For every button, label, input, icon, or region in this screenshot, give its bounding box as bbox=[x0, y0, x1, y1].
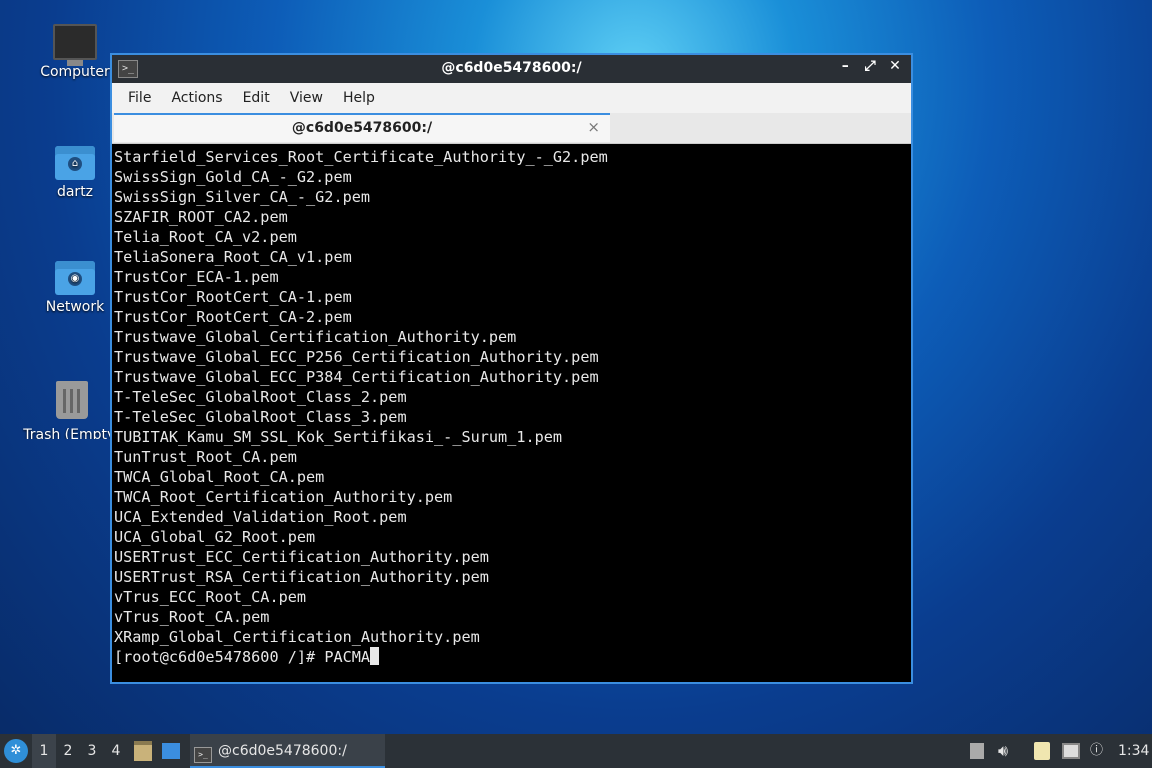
desktop-icon-computer[interactable]: Computer bbox=[30, 24, 120, 80]
file-manager-icon[interactable] bbox=[134, 734, 152, 768]
terminal-line: SwissSign_Gold_CA_-_G2.pem bbox=[114, 168, 352, 186]
terminal-line: UCA_Extended_Validation_Root.pem bbox=[114, 508, 407, 526]
terminal-window[interactable]: >_ @c6d0e5478600:/ – ⤢ ✕ File Actions Ed… bbox=[110, 53, 913, 684]
terminal-task-icon: >_ bbox=[194, 747, 212, 763]
menu-help[interactable]: Help bbox=[333, 90, 385, 106]
menu-actions[interactable]: Actions bbox=[161, 90, 232, 106]
terminal-line: USERTrust_ECC_Certification_Authority.pe… bbox=[114, 548, 489, 566]
tab-close-icon[interactable]: × bbox=[587, 118, 600, 136]
clipboard-icon[interactable] bbox=[1034, 734, 1050, 768]
window-titlebar[interactable]: >_ @c6d0e5478600:/ – ⤢ ✕ bbox=[112, 55, 911, 83]
taskbar-task-terminal[interactable]: >_ @c6d0e5478600:/ bbox=[190, 734, 385, 768]
terminal-line: TunTrust_Root_CA.pem bbox=[114, 448, 297, 466]
network-folder-icon: ◉ bbox=[30, 261, 120, 295]
workspace-1[interactable]: 1 bbox=[32, 734, 56, 768]
menubar: File Actions Edit View Help bbox=[112, 83, 911, 113]
maximize-button[interactable]: ⤢ bbox=[860, 58, 880, 74]
tab-label: @c6d0e5478600:/ bbox=[291, 120, 433, 136]
terminal-line: XRamp_Global_Certification_Authority.pem bbox=[114, 628, 480, 646]
workspace-4[interactable]: 4 bbox=[104, 734, 128, 768]
window-title: @c6d0e5478600:/ bbox=[441, 60, 582, 76]
terminal-line: USERTrust_RSA_Certification_Authority.pe… bbox=[114, 568, 489, 586]
notification-icon[interactable]: ⓘ bbox=[1090, 734, 1103, 768]
menu-view[interactable]: View bbox=[280, 90, 333, 106]
desktop-icon-network[interactable]: ◉ Network bbox=[30, 261, 120, 315]
terminal-line: Trustwave_Global_ECC_P384_Certification_… bbox=[114, 368, 599, 386]
start-menu-icon[interactable]: ✲ bbox=[4, 739, 28, 763]
clock[interactable]: 1:34 bbox=[1118, 734, 1149, 768]
workspace-2[interactable]: 2 bbox=[56, 734, 80, 768]
trash-icon bbox=[22, 381, 122, 419]
close-button[interactable]: ✕ bbox=[885, 58, 905, 74]
terminal-line: Trustwave_Global_Certification_Authority… bbox=[114, 328, 517, 346]
desktop-icon-home[interactable]: ⌂ dartz bbox=[30, 146, 120, 200]
task-label: @c6d0e5478600:/ bbox=[218, 743, 347, 759]
workspace-3[interactable]: 3 bbox=[80, 734, 104, 768]
show-desktop-icon[interactable] bbox=[162, 734, 180, 768]
terminal-prompt-line[interactable]: [root@c6d0e5478600 /]# PACMA bbox=[114, 647, 911, 667]
terminal-line: TeliaSonera_Root_CA_v1.pem bbox=[114, 248, 352, 266]
terminal-line: T-TeleSec_GlobalRoot_Class_2.pem bbox=[114, 388, 407, 406]
keyboard-icon[interactable] bbox=[970, 734, 984, 768]
tab-terminal[interactable]: @c6d0e5478600:/ × bbox=[114, 113, 610, 142]
terminal-line: vTrus_ECC_Root_CA.pem bbox=[114, 588, 307, 606]
shell-prompt: [root@c6d0e5478600 /]# bbox=[114, 648, 325, 666]
terminal-line: Trustwave_Global_ECC_P256_Certification_… bbox=[114, 348, 599, 366]
terminal-line: TrustCor_ECA-1.pem bbox=[114, 268, 279, 286]
terminal-line: Telia_Root_CA_v2.pem bbox=[114, 228, 297, 246]
terminal-line: TUBITAK_Kamu_SM_SSL_Kok_Sertifikasi_-_Su… bbox=[114, 428, 563, 446]
network-status-icon[interactable] bbox=[1062, 734, 1080, 768]
terminal-line: UCA_Global_G2_Root.pem bbox=[114, 528, 316, 546]
home-folder-icon: ⌂ bbox=[30, 146, 120, 180]
desktop-icon-label: Computer bbox=[40, 64, 110, 80]
terminal-line: TWCA_Root_Certification_Authority.pem bbox=[114, 488, 453, 506]
text-cursor bbox=[370, 647, 380, 665]
terminal-line: TrustCor_RootCert_CA-2.pem bbox=[114, 308, 352, 326]
terminal-line: TrustCor_RootCert_CA-1.pem bbox=[114, 288, 352, 306]
terminal-output[interactable]: Starfield_Services_Root_Certificate_Auth… bbox=[114, 147, 911, 682]
minimize-button[interactable]: – bbox=[835, 58, 855, 74]
desktop-icon-label: Network bbox=[45, 299, 105, 315]
terminal-line: T-TeleSec_GlobalRoot_Class_3.pem bbox=[114, 408, 407, 426]
terminal-line: Starfield_Services_Root_Certificate_Auth… bbox=[114, 148, 608, 166]
desktop-icon-label: dartz bbox=[56, 184, 94, 200]
terminal-line: vTrus_Root_CA.pem bbox=[114, 608, 270, 626]
command-input[interactable]: PACMA bbox=[324, 648, 370, 666]
tab-bar: @c6d0e5478600:/ × bbox=[112, 113, 911, 144]
desktop-icon-trash[interactable]: Trash (Empty) bbox=[22, 381, 122, 439]
taskbar: ✲ 1 2 3 4 >_ @c6d0e5478600:/ 🔊︎ ⓘ 1:34 bbox=[0, 734, 1152, 768]
volume-icon[interactable]: 🔊︎ bbox=[998, 734, 1008, 768]
terminal-line: SZAFIR_ROOT_CA2.pem bbox=[114, 208, 288, 226]
menu-file[interactable]: File bbox=[118, 90, 161, 106]
terminal-line: TWCA_Global_Root_CA.pem bbox=[114, 468, 325, 486]
computer-icon bbox=[30, 24, 120, 66]
menu-edit[interactable]: Edit bbox=[233, 90, 280, 106]
terminal-line: SwissSign_Silver_CA_-_G2.pem bbox=[114, 188, 371, 206]
desktop-icon-label: Trash (Empty) bbox=[23, 427, 121, 439]
